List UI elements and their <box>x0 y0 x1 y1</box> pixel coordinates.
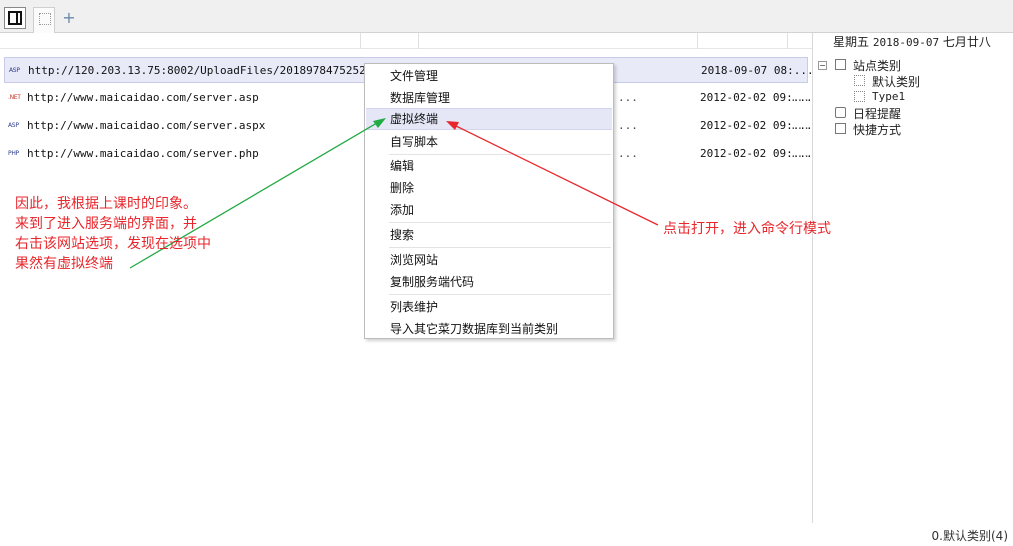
menu-separator <box>389 294 611 295</box>
menu-item-list-maintenance[interactable]: 列表维护 <box>366 296 612 318</box>
tree-item-label: 日程提醒 <box>853 107 902 121</box>
tree-item-label: 默认类别 <box>872 75 921 89</box>
site-date: 2018-09-07 08:... <box>701 64 814 77</box>
context-menu: 文件管理 数据库管理 虚拟终端 自写脚本 编辑 删除 添加 搜索 浏览网站 复制… <box>364 63 614 339</box>
annotation-left: 因此，我根据上课时的印象。 来到了进入服务端的界面，并 右击该网站选项，发现在选… <box>15 194 255 274</box>
tree-item-label: 快捷方式 <box>853 123 902 137</box>
site-url: http://www.maicaidao.com/server.aspx <box>27 119 266 132</box>
collapse-icon[interactable]: − <box>818 61 827 70</box>
blank-page-icon <box>39 13 51 25</box>
site-extra: ... <box>790 147 810 160</box>
column-divider[interactable] <box>418 33 419 49</box>
tab-blank[interactable] <box>33 7 55 33</box>
asp-file-icon: ASP <box>8 122 19 129</box>
menu-separator <box>389 247 611 248</box>
panel-splitter[interactable] <box>812 33 813 523</box>
menu-item-browse-site[interactable]: 浏览网站 <box>366 249 612 271</box>
menu-item-virtual-terminal[interactable]: 虚拟终端 <box>366 108 612 130</box>
menu-separator <box>389 222 611 223</box>
tab-bar: + <box>0 0 1013 33</box>
menu-item-custom-script[interactable]: 自写脚本 <box>366 131 612 153</box>
site-ip: ... <box>618 91 638 104</box>
menu-item-file-manager[interactable]: 文件管理 <box>366 65 612 87</box>
site-url: http://www.maicaidao.com/server.php <box>27 147 259 160</box>
weekday-label: 星期五 <box>833 35 870 49</box>
shortcut-icon <box>835 123 846 134</box>
status-category-count: 0.默认类别(4) <box>931 529 1008 543</box>
annotation-line: 右击该网站选项，发现在选项中 <box>15 236 211 252</box>
menu-item-copy-server-code[interactable]: 复制服务端代码 <box>366 271 612 293</box>
date-display: 星期五 2018-09-07 七月廿八 <box>833 33 1013 51</box>
annotation-line: 果然有虚拟终端 <box>15 256 113 272</box>
tree-item-label: 站点类别 <box>853 59 902 73</box>
php-file-icon: PHP <box>8 150 19 157</box>
annotation-right: 点击打开，进入命令行模式 <box>663 221 831 237</box>
site-url: http://www.maicaidao.com/server.asp <box>27 91 259 104</box>
asp-file-icon: ASP <box>9 67 20 74</box>
menu-item-import-database[interactable]: 导入其它菜刀数据库到当前类别 <box>366 318 612 340</box>
column-divider[interactable] <box>787 33 788 49</box>
calendar-icon <box>835 107 846 118</box>
tab-main[interactable] <box>4 7 26 29</box>
lunar-date-label: 七月廿八 <box>942 35 991 49</box>
site-ip: ... <box>618 119 638 132</box>
site-url: http://120.203.13.75:8002/UploadFiles/20… <box>28 64 393 77</box>
site-extra: ... <box>790 119 810 132</box>
category-icon <box>854 75 865 86</box>
category-icon <box>854 91 865 102</box>
column-divider[interactable] <box>360 33 361 49</box>
panel-icon <box>8 11 22 25</box>
list-column-header <box>0 33 812 49</box>
menu-item-add[interactable]: 添加 <box>366 199 612 221</box>
dotnet-file-icon: .NET <box>8 94 21 101</box>
menu-item-delete[interactable]: 删除 <box>366 177 612 199</box>
add-tab-button[interactable]: + <box>60 9 78 27</box>
folder-icon <box>835 59 846 70</box>
site-ip: ... <box>618 147 638 160</box>
menu-item-edit[interactable]: 编辑 <box>366 155 612 177</box>
tree-item-label: Type1 <box>872 90 906 103</box>
menu-item-search[interactable]: 搜索 <box>366 224 612 246</box>
annotation-line: 因此，我根据上课时的印象。 <box>15 196 197 212</box>
site-extra: ... <box>790 91 810 104</box>
menu-item-database-manager[interactable]: 数据库管理 <box>366 87 612 109</box>
date-label: 2018-09-07 <box>872 36 940 49</box>
annotation-line: 来到了进入服务端的界面，并 <box>15 216 197 232</box>
column-divider[interactable] <box>697 33 698 49</box>
